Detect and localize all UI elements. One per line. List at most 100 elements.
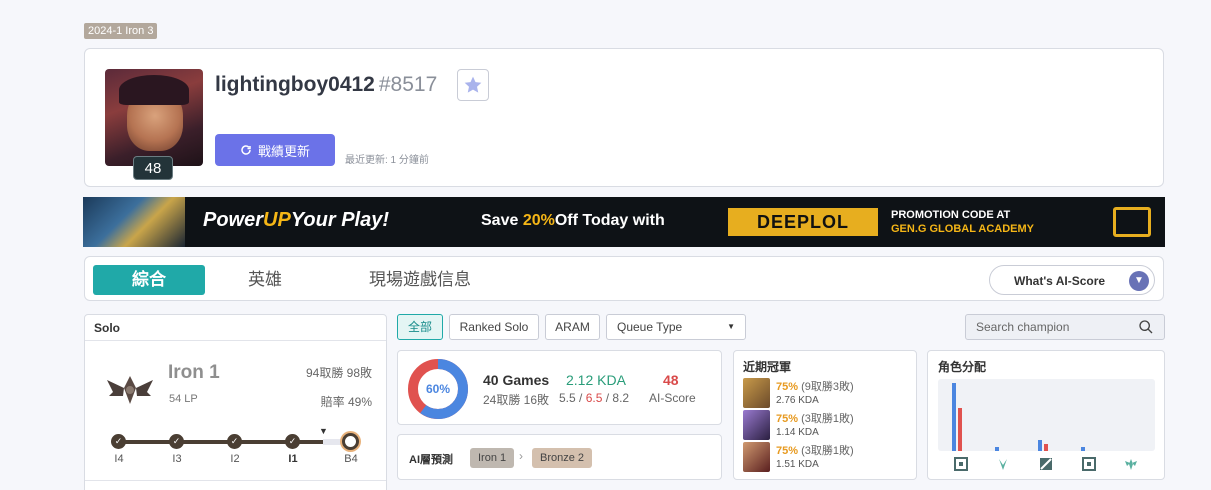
rank-tier: Iron 1 <box>168 362 220 383</box>
last-update: 最近更新: 1 分鐘前 <box>345 155 429 166</box>
queue-type-label: Queue Type <box>617 320 683 334</box>
champion-portrait <box>743 442 770 472</box>
banner-save-a: Save <box>481 212 523 229</box>
chevron-down-icon: ▼ <box>1129 271 1149 291</box>
chevron-right-icon: › <box>519 449 523 463</box>
champion-row[interactable]: 75% (9取勝3敗) 2.76 KDA <box>743 378 913 408</box>
ladder-node-check-icon: ✓ <box>285 434 300 449</box>
summoner-name-text: lightingboy0412 <box>215 73 375 96</box>
rank-lp: 54 LP <box>169 393 198 405</box>
current-tier-chip: Iron 1 <box>470 448 515 468</box>
support-icon <box>1125 459 1137 470</box>
role-bar-jungle-blue <box>995 447 999 451</box>
ladder-label: I4 <box>114 453 124 465</box>
caret-down-icon: ▼ <box>727 322 735 331</box>
ladder-node-target <box>342 433 359 450</box>
avatar-hair <box>119 75 189 105</box>
refresh-label: 戰績更新 <box>257 143 310 159</box>
champion-portrait <box>743 410 770 440</box>
summary-card: 60% 40 Games 24取勝 16敗 2.12 KDA 5.5 / 6.5… <box>397 350 722 425</box>
solo-header: Solo <box>85 315 386 341</box>
ladder-node-check-icon: ✓ <box>111 434 126 449</box>
role-bar-bot-blue <box>1081 447 1085 451</box>
tab-champions[interactable]: 英雄 <box>215 265 315 295</box>
top-lane-icon <box>954 457 968 471</box>
mid-lane-icon <box>1040 458 1052 470</box>
star-icon <box>464 76 482 93</box>
champion-winrate: 75% <box>776 413 799 425</box>
refresh-button[interactable]: 戰績更新 <box>215 134 335 166</box>
tab-live-game[interactable]: 現場遊戲信息 <box>350 265 490 295</box>
champion-kda: 2.76 KDA <box>776 395 819 406</box>
divider <box>85 480 386 481</box>
champion-portrait <box>743 378 770 408</box>
champion-record: 75% (9取勝3敗) <box>776 378 854 394</box>
refresh-icon <box>241 145 251 155</box>
tabs-bar: 綜合 英雄 現場遊戲信息 What's AI-Score ▼ <box>84 256 1164 301</box>
banner-headline-c: Your Play! <box>290 209 390 231</box>
games-count: 40 Games <box>483 372 550 388</box>
champion-kda: 1.14 KDA <box>776 427 819 438</box>
iron-rank-icon <box>107 376 153 404</box>
champion-wl: (3取勝1敗) <box>798 413 854 425</box>
role-distribution-title: 角色分配 <box>938 360 987 374</box>
kda-ratio: 2.12 KDA <box>566 372 626 388</box>
banner-save-b: 20% <box>522 212 555 229</box>
ai-tier-prediction: AI層預測 Iron 1 › Bronze 2 <box>397 434 722 480</box>
ladder-node-check-icon: ✓ <box>169 434 184 449</box>
search-icon <box>1139 320 1153 334</box>
ai-score-label: What's AI-Score <box>1014 274 1106 288</box>
banner-emblem <box>83 197 185 247</box>
jungle-icon <box>999 459 1007 470</box>
avg-kills: 5.5 <box>559 391 576 405</box>
search-placeholder: Search champion <box>976 320 1070 334</box>
ladder-node-check-icon: ✓ <box>227 434 242 449</box>
summoner-name: lightingboy0412 #8517 <box>215 73 437 97</box>
ai-score-button[interactable]: What's AI-Score ▼ <box>989 265 1155 295</box>
banner-save: Save 20%Off Today with <box>481 212 665 230</box>
champion-winrate: 75% <box>776 381 799 393</box>
filter-all-button[interactable]: 全部 <box>397 314 443 340</box>
games-win-loss: 24取勝 16敗 <box>483 393 550 407</box>
promo-banner[interactable]: PowerUPYour Play! Save 20%Off Today with… <box>83 197 1165 247</box>
ladder-label: I2 <box>230 453 240 465</box>
geng-logo-icon <box>1113 207 1151 237</box>
ai-tier-title: AI層預測 <box>409 454 453 466</box>
filter-ranked-solo-button[interactable]: Ranked Solo <box>449 314 539 340</box>
predicted-tier-chip: Bronze 2 <box>532 448 593 468</box>
avg-assists: 8.2 <box>612 391 630 405</box>
kda-detail: 5.5 / 6.5 / 8.2 <box>559 391 630 405</box>
ladder-label: I1 <box>288 453 298 465</box>
queue-type-select[interactable]: Queue Type ▼ <box>606 314 746 340</box>
ladder-label: I3 <box>172 453 182 465</box>
role-bar-mid-blue <box>1038 440 1042 451</box>
banner-headline-a: Power <box>203 209 264 231</box>
search-champion-input[interactable]: Search champion <box>965 314 1165 340</box>
role-bar-top-red <box>958 408 962 451</box>
champion-record: 75% (3取勝1敗) <box>776 410 854 426</box>
banner-save-c: Off Today with <box>554 212 665 229</box>
role-bar-mid-red <box>1044 444 1048 451</box>
role-distribution-card: 角色分配 <box>927 350 1165 480</box>
filter-aram-button[interactable]: ARAM <box>545 314 600 340</box>
ai-score-caption: AI-Score <box>649 391 696 405</box>
favorite-button[interactable] <box>457 69 489 101</box>
champion-row[interactable]: 75% (3取勝1敗) 1.51 KDA <box>743 442 913 472</box>
rank-win-loss: 94取勝 98敗 <box>305 366 372 380</box>
recent-champions-title: 近期冠軍 <box>743 360 792 374</box>
champion-wl: (3取勝1敗) <box>798 445 854 457</box>
rank-winrate: 賠率 49% <box>320 395 372 409</box>
tab-overview[interactable]: 綜合 <box>93 265 205 295</box>
champion-row[interactable]: 75% (3取勝1敗) 1.14 KDA <box>743 410 913 440</box>
role-chart <box>938 379 1155 451</box>
champion-winrate: 75% <box>776 445 799 457</box>
recent-champions-card: 近期冠軍 75% (9取勝3敗) 2.76 KDA 75% (3取勝1敗) 1.… <box>733 350 917 480</box>
summoner-tag: #8517 <box>378 73 438 96</box>
profile-card: 48 lightingboy0412 #8517 戰績更新 最近更新: 1 分鐘前 <box>84 48 1164 187</box>
banner-headline: PowerUPYour Play! <box>203 209 389 232</box>
champion-record: 75% (3取勝1敗) <box>776 442 854 458</box>
avg-deaths: 6.5 <box>585 391 603 405</box>
role-bar-top-blue <box>952 383 956 451</box>
winrate-donut-label: 60% <box>425 382 451 396</box>
banner-brand: DEEPLOL <box>728 208 878 236</box>
